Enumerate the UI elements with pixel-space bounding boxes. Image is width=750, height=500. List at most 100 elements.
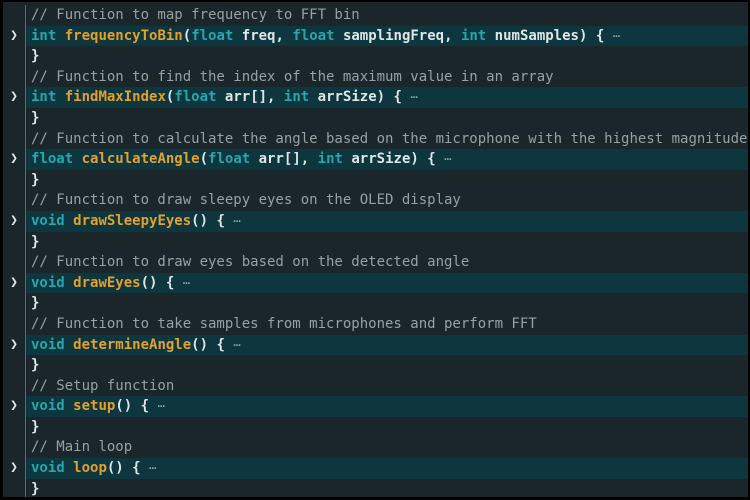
token-pl: } [31,233,40,250]
code-line[interactable]: // Function to draw eyes based on the de… [3,252,748,273]
gutter-cell [3,190,25,211]
gutter-cell [3,376,25,397]
folded-code-line[interactable]: ❯ void determineAngle() { ⋯ [3,334,748,356]
token-kw: void [31,460,65,477]
token-fn: findMaxIndex [64,89,166,106]
token-cm: // Setup function [31,377,175,394]
code-text: } [25,293,748,314]
code-text: void drawEyes() { ⋯ [25,272,748,294]
fold-chevron-icon[interactable]: ❯ [10,273,18,294]
token-cm: // Function to calculate the angle based… [31,130,748,147]
gutter-cell [3,355,25,376]
gutter-cell [3,232,25,253]
code-text: int frequencyToBin(float freq, float sam… [25,25,748,47]
code-line[interactable]: // Function to calculate the angle based… [3,128,748,150]
fold-ellipsis-icon[interactable]: ⋯ [149,461,156,475]
token-kw: float [174,89,217,106]
token-pl: } [31,418,40,435]
token-kw: int [317,151,343,168]
gutter-cell [3,108,25,129]
token-fn: setup [73,398,116,415]
gutter-cell: ❯ [3,335,25,356]
folded-code-line[interactable]: ❯ int findMaxIndex(float arr[], int arrSi… [3,87,748,108]
gutter-cell [3,46,25,67]
code-line[interactable]: } [3,355,748,376]
token-pl: () { [115,398,158,415]
code-text: int findMaxIndex(float arr[], int arrSiz… [25,87,748,108]
code-text: // Function to map frequency to FFT bin [25,5,748,26]
folded-code-line[interactable]: ❯ void loop() { ⋯ [3,458,748,479]
code-text: // Main loop [25,437,748,459]
code-line[interactable]: } [3,416,748,438]
code-line[interactable]: } [3,478,748,497]
token-cm: // Function to find the index of the max… [31,68,554,85]
token-pl: () { [106,460,150,477]
folded-code-line[interactable]: ❯ void setup() { ⋯ [3,396,748,417]
gutter-cell [3,437,25,458]
code-line[interactable]: } [3,231,748,253]
token-pl: arr[], [216,89,284,106]
fold-ellipsis-icon[interactable]: ⋯ [233,338,240,352]
folded-code-line[interactable]: ❯ void drawSleepyEyes() { ⋯ [3,210,748,232]
folded-code-line[interactable]: ❯ int frequencyToBin(float freq, float sa… [3,25,748,47]
folded-code-line[interactable]: ❯ float calculateAngle(float arr[], int a… [3,149,748,170]
code-text: void determineAngle() { ⋯ [25,334,748,356]
fold-ellipsis-icon[interactable]: ⋯ [183,276,190,290]
code-line[interactable]: // Setup function [3,375,748,397]
token-kw: float [31,151,74,168]
token-fn: loop [73,460,107,477]
fold-ellipsis-icon[interactable]: ⋯ [410,90,417,104]
fold-chevron-icon[interactable]: ❯ [10,87,18,108]
fold-chevron-icon[interactable]: ❯ [10,211,18,232]
gutter-cell [3,5,25,26]
folded-code-line[interactable]: ❯ void drawEyes() { ⋯ [3,272,748,294]
token-fn: calculateAngle [81,151,200,168]
code-text: } [25,355,748,376]
token-pl: samplingFreq, [334,27,461,44]
code-lines: // Function to map frequency to FFT bin ❯… [3,5,748,497]
token-cm: // Function to draw sleepy eyes on the O… [31,192,461,209]
fold-chevron-icon[interactable]: ❯ [10,458,18,479]
token-pl: () { [140,274,183,291]
fold-chevron-icon[interactable]: ❯ [10,149,18,170]
fold-chevron-icon[interactable]: ❯ [10,396,18,417]
fold-ellipsis-icon[interactable]: ⋯ [157,399,164,413]
gutter-cell: ❯ [3,26,25,47]
code-text: } [25,231,748,253]
code-line[interactable]: } [3,46,748,67]
fold-ellipsis-icon[interactable]: ⋯ [444,152,451,166]
token-cm: // Function to map frequency to FFT bin [31,7,360,23]
token-pl: arr[], [250,151,318,168]
code-line[interactable]: // Function to take samples from microph… [3,313,748,335]
fold-chevron-icon[interactable]: ❯ [10,335,18,356]
code-text: // Function to draw sleepy eyes on the O… [25,190,748,211]
token-pl: } [31,48,40,65]
code-line[interactable]: // Function to map frequency to FFT bin [3,5,748,26]
code-line[interactable]: // Function to draw sleepy eyes on the O… [3,190,748,211]
code-line[interactable]: } [3,107,748,129]
token-kw: void [31,336,65,353]
fold-ellipsis-icon[interactable]: ⋯ [613,29,620,43]
fold-ellipsis-icon[interactable]: ⋯ [233,214,240,228]
token-pl: } [31,109,40,126]
gutter-cell [3,314,25,335]
code-line[interactable]: // Main loop [3,437,748,459]
code-text: } [25,169,748,191]
code-line[interactable]: // Function to find the index of the max… [3,66,748,88]
code-text: } [25,107,748,129]
token-cm: // Function to draw eyes based on the de… [31,254,470,271]
code-text: void loop() { ⋯ [25,458,748,479]
gutter-cell [3,417,25,438]
gutter-cell [3,479,25,497]
code-text: } [25,416,748,438]
code-line[interactable]: } [3,293,748,314]
token-fn: determineAngle [73,336,192,353]
fold-chevron-icon[interactable]: ❯ [10,26,18,47]
code-line[interactable]: } [3,169,748,191]
